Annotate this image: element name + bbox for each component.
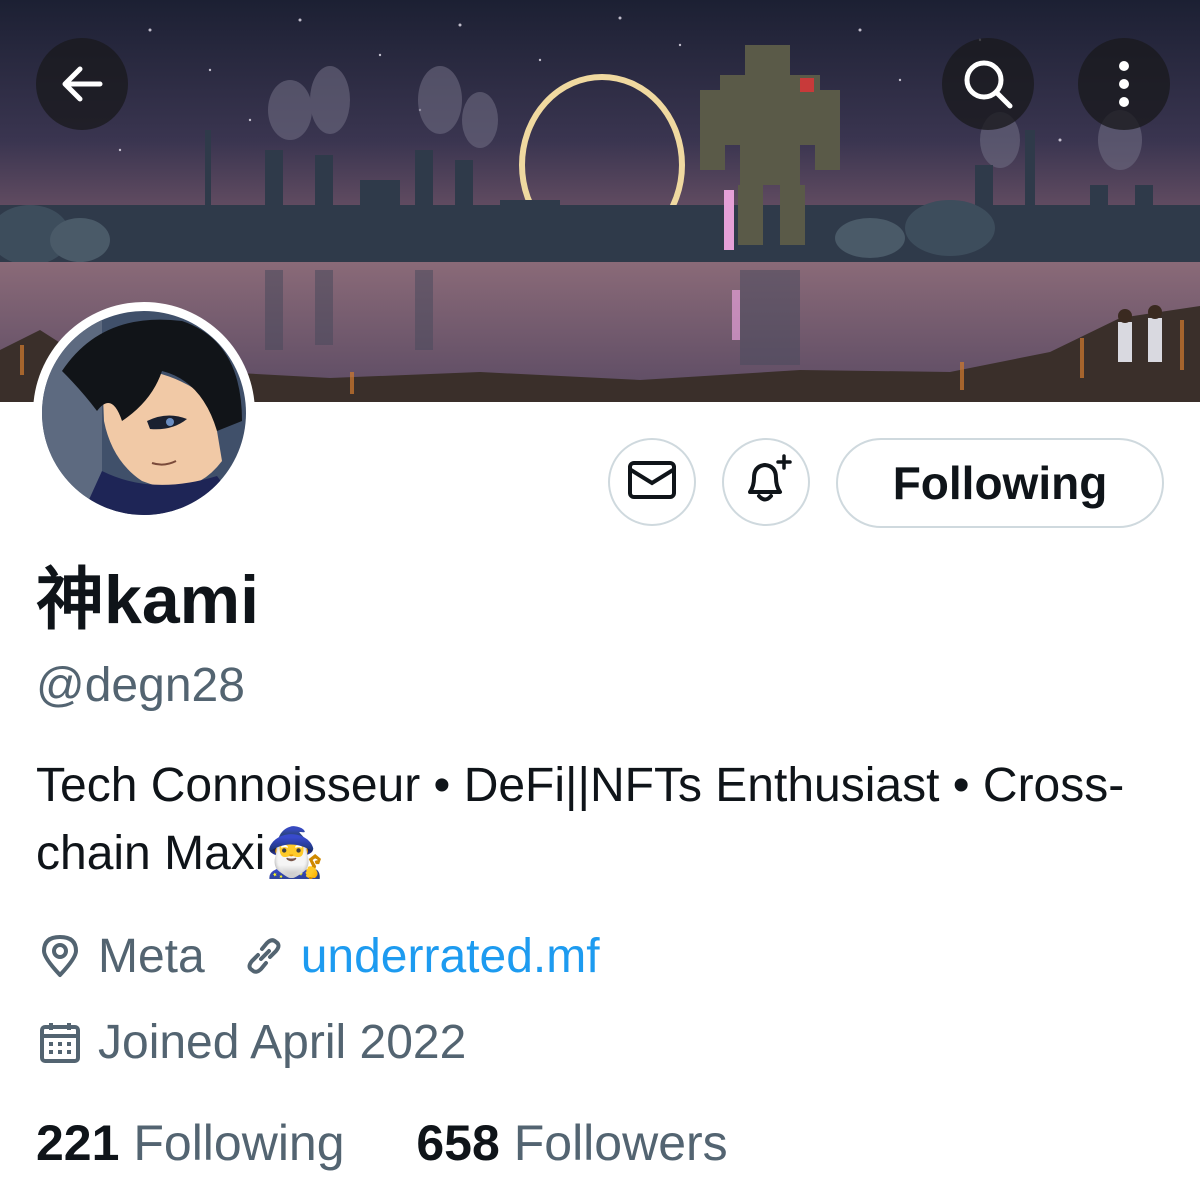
- user-handle: @degn28: [36, 659, 245, 712]
- location-pin-icon: [36, 932, 84, 980]
- arrow-left-icon: [56, 58, 108, 110]
- profile-meta-row: Meta underrated.mf: [36, 922, 600, 990]
- bell-plus-icon: [738, 452, 794, 513]
- following-button[interactable]: Following: [836, 438, 1164, 528]
- website-link[interactable]: underrated.mf: [301, 929, 600, 984]
- notifications-button[interactable]: [722, 438, 810, 526]
- joined-date: Joined April 2022: [98, 1015, 467, 1069]
- more-options-button[interactable]: [1078, 38, 1170, 130]
- back-button[interactable]: [36, 38, 128, 130]
- more-vertical-icon: [1114, 56, 1134, 112]
- search-icon: [960, 56, 1016, 112]
- location-text: Meta: [98, 929, 205, 983]
- search-button[interactable]: [942, 38, 1034, 130]
- display-name: 神kami: [36, 562, 259, 638]
- follow-stats: 221 Following 658 Followers: [36, 1108, 728, 1178]
- link-icon: [241, 933, 287, 979]
- joined-row: Joined April 2022: [36, 1008, 466, 1076]
- bio: Tech Connoisseur • DeFi||NFTs Enthusiast…: [36, 759, 1125, 880]
- envelope-icon: [627, 458, 677, 507]
- avatar-image: [42, 311, 246, 515]
- calendar-icon: [36, 1018, 84, 1066]
- message-button[interactable]: [608, 438, 696, 526]
- avatar[interactable]: [33, 302, 255, 524]
